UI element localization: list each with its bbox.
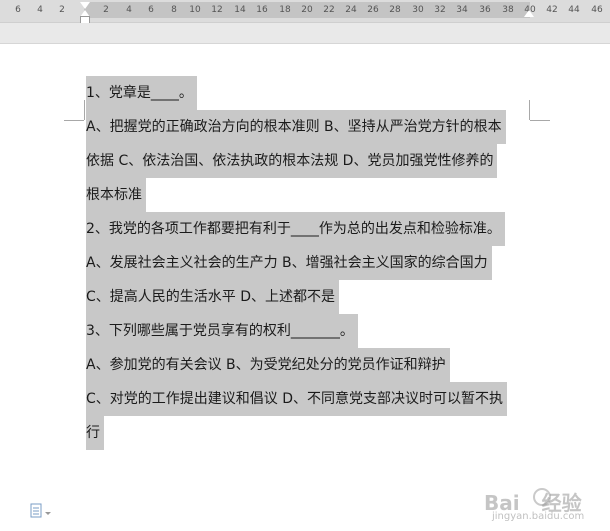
ruler-tick-label: 16	[256, 5, 268, 15]
ruler-tick-label: 30	[412, 5, 424, 15]
ruler-tick-label: 38	[502, 5, 514, 15]
selected-text[interactable]: 3、下列哪些属于党员享有的权利_______。	[86, 314, 358, 348]
ruler-tick-label: 32	[434, 5, 446, 15]
watermark-url: jingyan.baidu.com	[492, 511, 585, 522]
ruler-tick-label: 6	[15, 5, 21, 15]
document-line[interactable]: C、提高人民的生活水平 D、上述都不是	[86, 280, 536, 314]
ruler-tick-label: 36	[479, 5, 491, 15]
ruler-tick-label: 10	[189, 5, 201, 15]
document-line[interactable]: C、对党的工作提出建议和倡议 D、不同意党支部决议时可以暂不执	[86, 382, 536, 416]
right-indent-marker[interactable]	[524, 10, 534, 17]
ruler-tick-label: 8	[171, 5, 177, 15]
first-line-indent-marker[interactable]	[80, 2, 90, 9]
document-body[interactable]: 1、党章是____。 A、把握党的正确政治方向的根本准则 B、坚持从严治党方针的根…	[86, 76, 536, 450]
ruler-tick-label: 4	[126, 5, 132, 15]
ruler-tick-label: 2	[59, 5, 65, 15]
selected-text[interactable]: 1、党章是____。	[86, 76, 197, 110]
selected-text[interactable]: C、提高人民的生活水平 D、上述都不是	[86, 280, 340, 314]
ruler-tick-label: 42	[546, 5, 558, 15]
selected-text[interactable]: 2、我党的各项工作都要把有利于____作为总的出发点和检验标准。	[86, 212, 505, 246]
ruler-tick-label: 18	[279, 5, 291, 15]
ruler-tick-label: 44	[568, 5, 580, 15]
ruler-tick-label: 28	[389, 5, 401, 15]
ruler-tick-label: 24	[345, 5, 357, 15]
ruler-tick-label: 34	[456, 5, 468, 15]
selected-text[interactable]: A、把握党的正确政治方向的根本准则 B、坚持从严治党方针的根本	[86, 110, 506, 144]
document-line[interactable]: A、参加党的有关会议 B、为受党纪处分的党员作证和辩护	[86, 348, 536, 382]
ruler-tick-label: 4	[37, 5, 43, 15]
selected-text[interactable]: 依据 C、依法治国、依法执政的根本法规 D、党员加强党性修养的	[86, 144, 498, 178]
selected-text[interactable]: 根本标准	[86, 178, 146, 212]
ruler-tick-label: 12	[211, 5, 223, 15]
ruler-gap	[0, 23, 610, 44]
document-line[interactable]: A、把握党的正确政治方向的根本准则 B、坚持从严治党方针的根本	[86, 110, 536, 144]
ruler-tick-label: 46	[591, 5, 603, 15]
ruler-tick-label: 2	[103, 5, 109, 15]
ruler-tick-label: 6	[148, 5, 154, 15]
document-line[interactable]: 依据 C、依法治国、依法执政的根本法规 D、党员加强党性修养的	[86, 144, 536, 178]
watermark: Bai 经验 jingyan.baidu.com	[484, 485, 602, 525]
ruler-tick-label: 22	[323, 5, 335, 15]
horizontal-ruler[interactable]: 6 4 2 2 4 6 8 10 12 14 16 18 20 22 24 26 28 30 32 34 36 38 40 4…	[0, 0, 610, 24]
paste-options-icon[interactable]	[30, 503, 54, 519]
document-line[interactable]: A、发展社会主义社会的生产力 B、增强社会主义国家的综合国力	[86, 246, 536, 280]
crop-mark-left-horizontal	[64, 120, 84, 121]
document-line[interactable]: 根本标准	[86, 178, 536, 212]
document-line[interactable]: 行	[86, 416, 536, 450]
selected-text[interactable]: C、对党的工作提出建议和倡议 D、不同意党支部决议时可以暂不执	[86, 382, 508, 416]
selected-text[interactable]: 行	[86, 416, 104, 450]
selected-text[interactable]: A、发展社会主义社会的生产力 B、增强社会主义国家的综合国力	[86, 246, 492, 280]
ruler-tick-label: 20	[301, 5, 313, 15]
ruler-tick-label: 14	[234, 5, 246, 15]
ruler-tick-label: 26	[367, 5, 379, 15]
selected-text[interactable]: A、参加党的有关会议 B、为受党纪处分的党员作证和辩护	[86, 348, 450, 382]
document-line[interactable]: 3、下列哪些属于党员享有的权利_______。	[86, 314, 536, 348]
crop-mark-left-vertical	[84, 100, 85, 120]
document-line[interactable]: 1、党章是____。	[86, 76, 536, 110]
document-line[interactable]: 2、我党的各项工作都要把有利于____作为总的出发点和检验标准。	[86, 212, 536, 246]
